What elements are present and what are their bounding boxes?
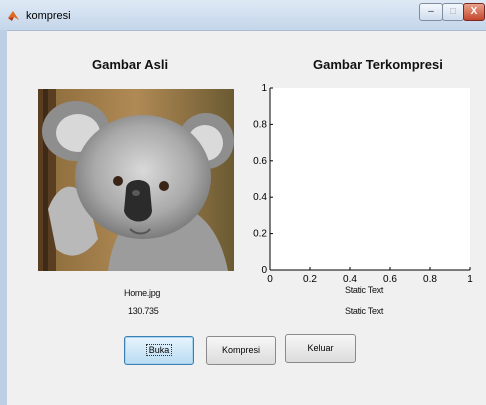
static-text-1: Static Text [345,285,384,295]
x-tick-label: 0.8 [423,274,437,285]
file-size-label: 130.735 [128,306,159,316]
figure-window: kompresi – □ X Gambar Asli Gambar Terkom… [0,0,486,405]
compressed-image-axes: 0 0.2 0.4 0.6 0.8 1 0 0.2 0.4 0.6 0.8 1 [253,83,473,285]
x-tick-label: 0.4 [343,274,357,285]
title-bar[interactable]: kompresi – □ X [0,0,486,31]
x-tick-label: 1 [467,274,473,285]
static-text-2: Static Text [345,306,384,316]
window-title: kompresi [26,10,71,22]
x-tick-label: 0.6 [383,274,397,285]
y-tick-label: 0.6 [253,156,267,167]
y-tick-label: 0.2 [253,229,267,240]
original-image-heading: Gambar Asli [92,57,169,72]
window-left-border [0,30,7,405]
maximize-button[interactable]: □ [442,3,464,21]
y-tick-label: 1 [261,83,267,94]
x-tick-label: 0 [267,274,273,285]
y-tick-label: 0.8 [253,119,267,130]
open-button-label: Buka [145,344,173,356]
close-button[interactable]: X [463,3,485,21]
compress-button[interactable]: Kompresi [206,336,276,365]
matlab-icon [8,11,19,21]
file-name-label: Home.jpg [124,288,161,298]
y-tick-label: 0 [261,265,267,276]
exit-button[interactable]: Keluar [285,334,356,363]
minimize-button[interactable]: – [419,3,443,21]
compressed-image-heading: Gambar Terkompresi [313,57,443,72]
open-button[interactable]: Buka [124,336,194,365]
x-tick-label: 0.2 [303,274,317,285]
axes-plot-area [270,88,470,270]
y-tick-label: 0.4 [253,192,267,203]
koala-photo [38,89,234,271]
